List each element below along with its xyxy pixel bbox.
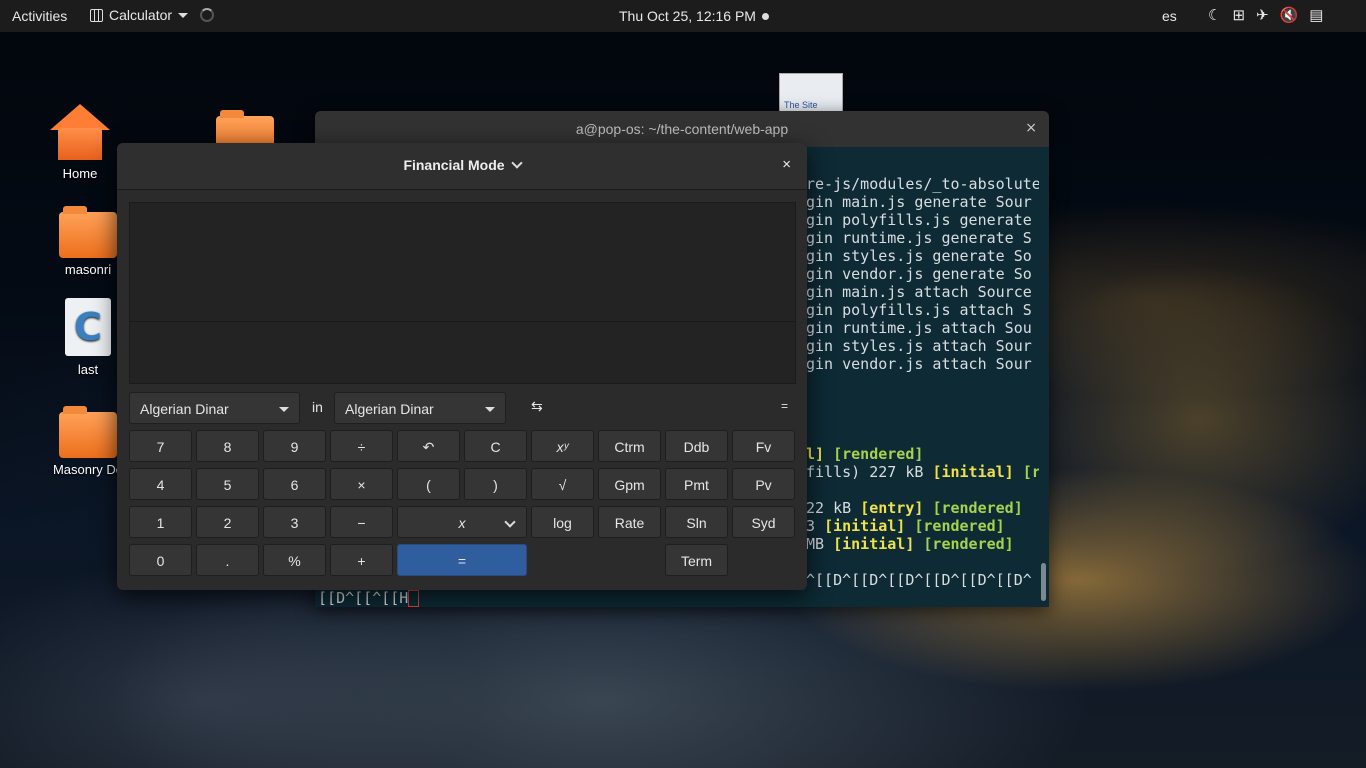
equals-button[interactable]: = bbox=[397, 544, 527, 576]
terminal-line: gin vendor.js generate So bbox=[806, 265, 1032, 283]
in-label: in bbox=[312, 399, 323, 415]
datetime-text: Thu Oct 25, 12:16 PM bbox=[619, 8, 756, 24]
desktop-icon-home[interactable]: Home bbox=[35, 104, 125, 181]
calculator-window[interactable]: Financial Mode × Algerian Dinar in Alger… bbox=[117, 143, 807, 590]
from-currency-select[interactable]: Algerian Dinar bbox=[129, 392, 300, 424]
terminal-line: MB [initial] [rendered] bbox=[806, 535, 1014, 553]
home-icon bbox=[50, 104, 110, 160]
terminal-line: l] [rendered] bbox=[806, 445, 924, 463]
digit-3-button[interactable]: 3 bbox=[263, 506, 326, 538]
app-name: Calculator bbox=[109, 7, 173, 23]
close-icon[interactable]: × bbox=[782, 156, 791, 173]
digit-4-button[interactable]: 4 bbox=[129, 468, 192, 500]
notification-dot-icon bbox=[761, 12, 769, 20]
variable-x-button[interactable]: x bbox=[397, 506, 527, 538]
terminal-line: gin runtime.js attach Sou bbox=[806, 319, 1032, 337]
folder-icon bbox=[59, 206, 117, 258]
volume-muted-icon: 🔇 bbox=[1279, 7, 1299, 24]
terminal-line: 22 kB [entry] [rendered] bbox=[806, 499, 1023, 517]
terminal-line: gin styles.js attach Sour bbox=[806, 337, 1032, 355]
terminal-prompt-line: .[[D^[[^[[H bbox=[315, 589, 420, 607]
cursor bbox=[408, 590, 420, 607]
mode-selector[interactable]: Financial Mode bbox=[117, 157, 807, 173]
terminal-line: ^[[D^[[D^[[D^[[D^[[D^[[D^ bbox=[806, 571, 1032, 589]
rate-button[interactable]: Rate bbox=[598, 506, 661, 538]
clear-button[interactable]: C bbox=[464, 430, 527, 462]
c-source-file-icon: C bbox=[65, 298, 111, 356]
pmt-button[interactable]: Pmt bbox=[665, 468, 728, 500]
terminal-line: gin main.js attach Source bbox=[806, 283, 1032, 301]
power-button[interactable]: xʸ bbox=[531, 430, 594, 462]
subtract-button[interactable]: − bbox=[330, 506, 393, 538]
terminal-line: fills) 227 kB [initial] [r bbox=[806, 463, 1039, 481]
close-icon[interactable]: × bbox=[1025, 120, 1037, 136]
terminal-line: gin runtime.js generate S bbox=[806, 229, 1032, 247]
decimal-point-button[interactable]: . bbox=[196, 544, 259, 576]
chevron-down-icon bbox=[279, 407, 289, 412]
network-icon: ⊞ bbox=[1232, 7, 1246, 24]
digit-2-button[interactable]: 2 bbox=[196, 506, 259, 538]
convert-equals-button[interactable]: = bbox=[781, 399, 788, 413]
keyboard-layout-indicator[interactable]: es bbox=[1162, 8, 1177, 24]
add-button[interactable]: + bbox=[330, 544, 393, 576]
sln-button[interactable]: Sln bbox=[665, 506, 728, 538]
syd-button[interactable]: Syd bbox=[732, 506, 795, 538]
activities-button[interactable]: Activities bbox=[12, 8, 67, 24]
top-bar: Activities Calculator Thu Oct 25, 12:16 … bbox=[0, 0, 1366, 32]
terminal-line: 3 [initial] [rendered] bbox=[806, 517, 1005, 535]
terminal-title: a@pop-os: ~/the-content/web-app bbox=[575, 121, 789, 137]
digit-1-button[interactable]: 1 bbox=[129, 506, 192, 538]
pv-button[interactable]: Pv bbox=[732, 468, 795, 500]
thumbnail-label: The Site bbox=[784, 100, 818, 110]
clock[interactable]: Thu Oct 25, 12:16 PM bbox=[619, 8, 769, 24]
desktop-icon-label: Home bbox=[62, 166, 98, 181]
gpm-button[interactable]: Gpm bbox=[598, 468, 661, 500]
digit-5-button[interactable]: 5 bbox=[196, 468, 259, 500]
percent-button[interactable]: % bbox=[263, 544, 326, 576]
undo-button[interactable]: ↶ bbox=[397, 430, 460, 462]
terminal-line: gin main.js generate Sour bbox=[806, 193, 1032, 211]
fv-button[interactable]: Fv bbox=[732, 430, 795, 462]
app-menu[interactable]: Calculator bbox=[90, 7, 215, 23]
chevron-down-icon bbox=[504, 516, 516, 528]
log-button[interactable]: log bbox=[531, 506, 594, 538]
terminal-line: gin polyfills.js generate bbox=[806, 211, 1032, 229]
loading-spinner-icon bbox=[200, 8, 215, 22]
swap-currencies-button[interactable]: ⇆ bbox=[531, 398, 543, 415]
chevron-down-icon bbox=[510, 157, 523, 169]
sqrt-button[interactable]: √ bbox=[531, 468, 594, 500]
close-paren-button[interactable]: ) bbox=[464, 468, 527, 500]
terminal-line: gin polyfills.js attach S bbox=[806, 301, 1032, 319]
terminal-line: gin styles.js generate So bbox=[806, 247, 1032, 265]
digit-7-button[interactable]: 7 bbox=[129, 430, 192, 462]
terminal-line: gin vendor.js attach Sour bbox=[806, 355, 1032, 373]
calculator-display[interactable] bbox=[129, 202, 796, 384]
desktop-image-thumbnail[interactable]: The Site bbox=[779, 73, 843, 115]
ddb-button[interactable]: Ddb bbox=[665, 430, 728, 462]
multiply-button[interactable]: × bbox=[330, 468, 393, 500]
ctrm-button[interactable]: Ctrm bbox=[598, 430, 661, 462]
folder-icon bbox=[59, 406, 117, 458]
display-divider bbox=[130, 321, 795, 322]
chevron-down-icon bbox=[485, 407, 495, 412]
digit-0-button[interactable]: 0 bbox=[129, 544, 192, 576]
to-currency-select[interactable]: Algerian Dinar bbox=[334, 392, 506, 424]
clipboard-icon: ▤ bbox=[1309, 7, 1324, 24]
calculator-headerbar[interactable]: Financial Mode × bbox=[117, 143, 807, 190]
digit-9-button[interactable]: 9 bbox=[263, 430, 326, 462]
terminal-titlebar[interactable]: a@pop-os: ~/the-content/web-app × bbox=[315, 111, 1049, 147]
system-tray[interactable]: ☾ ⊞ ✈ 🔇 ▤ bbox=[1208, 6, 1323, 24]
night-light-icon: ☾ bbox=[1208, 7, 1222, 24]
divide-button[interactable]: ÷ bbox=[330, 430, 393, 462]
airplane-icon: ✈ bbox=[1256, 7, 1269, 24]
digit-6-button[interactable]: 6 bbox=[263, 468, 326, 500]
open-paren-button[interactable]: ( bbox=[397, 468, 460, 500]
terminal-line: re-js/modules/_to-absolute bbox=[806, 175, 1039, 193]
chevron-down-icon bbox=[178, 12, 189, 18]
digit-8-button[interactable]: 8 bbox=[196, 430, 259, 462]
term-button[interactable]: Term bbox=[665, 544, 728, 576]
terminal-scrollbar[interactable] bbox=[1041, 563, 1046, 601]
calculator-icon bbox=[90, 8, 103, 22]
